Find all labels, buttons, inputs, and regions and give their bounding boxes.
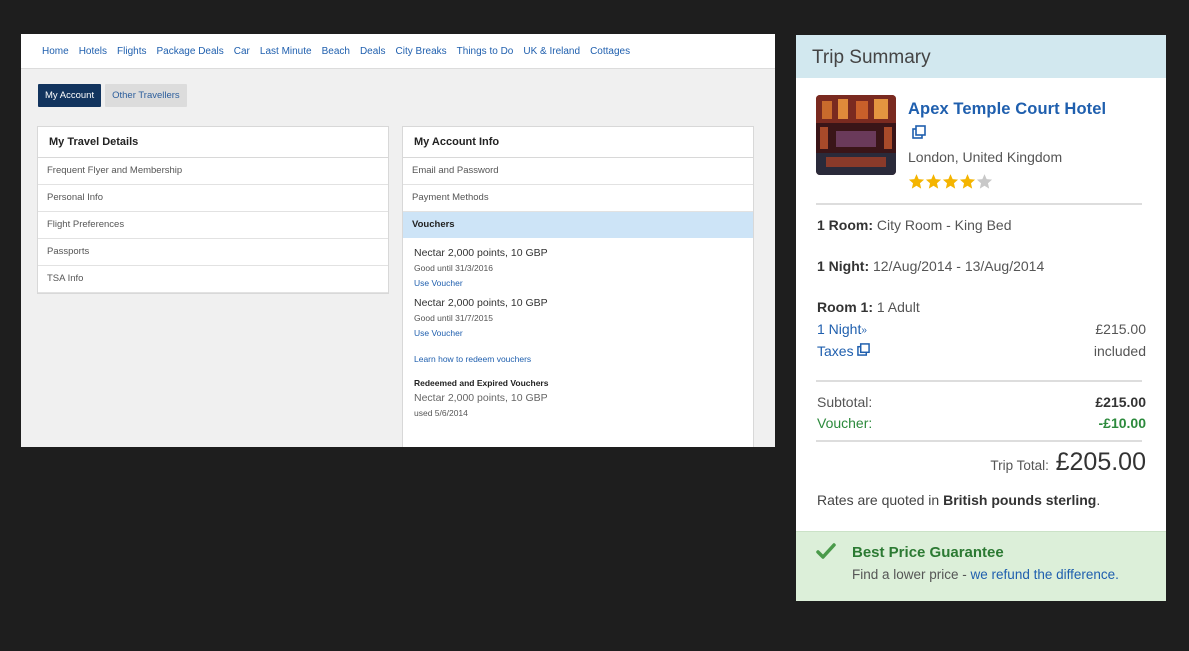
night-price: £215.00 [1095,321,1146,337]
use-voucher-link[interactable]: Use Voucher [414,278,742,288]
tab-other-travellers[interactable]: Other Travellers [105,84,187,107]
menu-item-flight-preferences[interactable]: Flight Preferences [38,212,388,239]
hotel-photo[interactable] [816,95,896,175]
star-rating [908,173,993,190]
trip-summary-panel: Trip Summary Apex Temple Court Hotel Lon… [796,35,1166,601]
best-price-guarantee: Best Price Guarantee Find a lower price … [796,531,1166,601]
room-summary: 1 Room: City Room - King Bed [817,217,1012,233]
account-page: Home Hotels Flights Package Deals Car Last Mi… [21,34,775,447]
star-filled-icon [942,174,959,189]
star-empty-icon [976,174,993,189]
nav-link-deals[interactable]: Deals [360,46,386,57]
trip-total-label: Trip Total: [990,458,1049,473]
rates-suffix: . [1096,492,1101,508]
night-breakdown-label: 1 Night [817,321,862,337]
account-tabs: My Account Other Travellers [38,84,191,107]
travel-details-card: My Travel Details Frequent Flyer and Mem… [37,126,389,294]
travel-details-title: My Travel Details [38,127,388,158]
menu-item-tsa-info[interactable]: TSA Info [38,266,388,293]
redeemed-voucher-used: used 5/6/2014 [414,408,468,418]
nav-link-uk-ireland[interactable]: UK & Ireland [523,46,580,57]
voucher-title: Nectar 2,000 points, 10 GBP [414,247,548,259]
star-filled-icon [959,174,976,189]
star-filled-icon [925,174,942,189]
nav-link-things-to-do[interactable]: Things to Do [457,46,514,57]
rates-prefix: Rates are quoted in [817,492,944,508]
redeemed-voucher-title: Nectar 2,000 points, 10 GBP [414,392,548,404]
nav-link-package-deals[interactable]: Package Deals [157,46,224,57]
night-dates: 12/Aug/2014 - 13/Aug/2014 [873,258,1045,274]
voucher-row: Voucher: -£10.00 [817,415,1146,431]
nav-link-city-breaks[interactable]: City Breaks [396,46,447,57]
menu-item-passports[interactable]: Passports [38,239,388,266]
voucher-title: Nectar 2,000 points, 10 GBP [414,297,548,309]
room1-label: Room 1: [817,299,873,315]
voucher-item: Nectar 2,000 points, 10 GBP Good until 3… [403,288,753,338]
voucher-item: Nectar 2,000 points, 10 GBP Good until 3… [403,238,753,288]
room1-summary: Room 1: 1 Adult [817,299,920,315]
nav-link-car[interactable]: Car [234,46,250,57]
learn-redeem-link[interactable]: Learn how to redeem vouchers [403,338,753,364]
subtotal-value: £215.00 [1095,394,1146,410]
voucher-validity: Good until 31/7/2015 [414,313,493,323]
use-voucher-link[interactable]: Use Voucher [414,328,742,338]
menu-item-payment-methods[interactable]: Payment Methods [403,185,753,212]
trip-total: Trip Total: £205.00 [990,448,1146,477]
guarantee-text: Find a lower price - we refund the diffe… [852,567,1119,582]
night-breakdown-link[interactable]: 1 Night» [817,321,867,337]
guarantee-prefix: Find a lower price - [852,567,971,582]
refund-difference-link[interactable]: we refund the difference. [971,567,1119,582]
night-summary: 1 Night: 12/Aug/2014 - 13/Aug/2014 [817,258,1044,274]
chevron-down-icon: » [861,325,867,336]
taxes-row: Taxes included [817,343,1146,359]
taxes-value: included [1093,343,1146,359]
voucher-validity: Good until 31/3/2016 [414,263,493,273]
trip-total-amount: £205.00 [1055,448,1146,476]
guarantee-title: Best Price Guarantee [852,544,1004,561]
top-navigation: Home Hotels Flights Package Deals Car Last Mi… [21,34,775,69]
hotel-location: London, United Kingdom [908,149,1063,165]
night-price-row: 1 Night» £215.00 [817,321,1146,337]
subtotal-row: Subtotal: £215.00 [817,394,1146,410]
taxes-label: Taxes [817,343,854,359]
redeemed-heading: Redeemed and Expired Vouchers [414,378,549,388]
trip-summary-header: Trip Summary [796,35,1166,78]
nav-link-last-minute[interactable]: Last Minute [260,46,312,57]
voucher-value: -£10.00 [1098,415,1146,431]
subtotal-label: Subtotal: [817,394,873,410]
nav-link-home[interactable]: Home [42,46,69,57]
menu-item-frequent-flyer[interactable]: Frequent Flyer and Membership [38,158,388,185]
menu-item-email-password[interactable]: Email and Password [403,158,753,185]
hotel-name-link[interactable]: Apex Temple Court Hotel [908,100,1106,119]
tab-my-account[interactable]: My Account [38,84,102,107]
menu-item-personal-info[interactable]: Personal Info [38,185,388,212]
room1-value: 1 Adult [876,299,920,315]
room-label: 1 Room: [817,217,873,233]
divider [816,380,1142,382]
night-label: 1 Night: [817,258,870,274]
nav-link-cottages[interactable]: Cottages [590,46,630,57]
nav-link-hotels[interactable]: Hotels [79,46,107,57]
room-value: City Room - King Bed [876,217,1012,233]
rates-note: Rates are quoted in British pounds sterl… [817,492,1100,508]
voucher-label: Voucher: [817,415,873,431]
star-filled-icon [908,174,925,189]
rates-currency: British pounds sterling [943,492,1097,508]
nav-link-flights[interactable]: Flights [117,46,146,57]
divider [816,203,1142,205]
checkmark-icon [816,543,836,566]
divider [816,440,1142,442]
external-link-icon[interactable] [912,125,926,144]
taxes-link[interactable]: Taxes [817,343,871,359]
account-info-title: My Account Info [403,127,753,158]
external-link-icon [857,343,871,356]
menu-item-vouchers[interactable]: Vouchers [403,212,753,238]
redeemed-voucher: Nectar 2,000 points, 10 GBP used 5/6/201… [403,388,753,418]
account-info-card: My Account Info Email and Password Payme… [402,126,754,447]
nav-link-beach[interactable]: Beach [322,46,350,57]
